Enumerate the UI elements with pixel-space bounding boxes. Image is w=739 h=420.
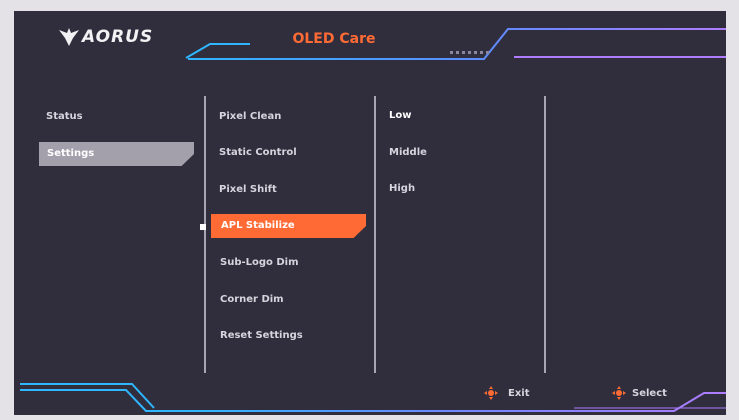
submenu-item-reset-settings[interactable]: Reset Settings bbox=[220, 324, 303, 348]
option-middle[interactable]: Middle bbox=[389, 141, 427, 165]
page-title: OLED Care bbox=[292, 31, 376, 47]
menu-item-label: Status bbox=[46, 111, 83, 122]
submenu-item-corner-dim[interactable]: Corner Dim bbox=[220, 288, 284, 312]
submenu-item-label: Sub-Logo Dim bbox=[220, 257, 299, 268]
option-label: Low bbox=[389, 110, 412, 121]
submenu-item-label: Corner Dim bbox=[220, 294, 284, 305]
exit-label: Exit bbox=[508, 387, 530, 399]
column-divider bbox=[374, 96, 376, 373]
joystick-icon bbox=[612, 386, 626, 400]
aorus-logo: AORUS bbox=[58, 25, 153, 49]
option-label: Middle bbox=[389, 147, 427, 158]
exit-hint[interactable]: Exit bbox=[484, 383, 530, 403]
logo-text: AORUS bbox=[82, 27, 154, 47]
option-low[interactable]: Low bbox=[389, 104, 411, 128]
submenu-item-label: APL Stabilize bbox=[221, 220, 295, 231]
menu-item-status[interactable]: Status bbox=[46, 105, 186, 129]
select-hint[interactable]: Select bbox=[612, 383, 667, 403]
column-divider bbox=[544, 96, 546, 373]
select-label: Select bbox=[632, 387, 667, 399]
menu-item-label: Settings bbox=[47, 148, 95, 159]
submenu-item-sub-logo-dim[interactable]: Sub-Logo Dim bbox=[220, 251, 299, 275]
option-high[interactable]: High bbox=[389, 177, 415, 201]
selection-marker bbox=[200, 224, 206, 230]
option-label: High bbox=[389, 183, 416, 194]
submenu-item-label: Pixel Clean bbox=[219, 111, 282, 122]
submenu-item-apl-stabilize[interactable]: APL Stabilize bbox=[211, 214, 366, 238]
osd-screen: AORUS OLED Care Status Settings Pixel Cl… bbox=[14, 11, 726, 415]
joystick-icon bbox=[484, 386, 498, 400]
submenu-item-static-control[interactable]: Static Control bbox=[219, 141, 297, 165]
submenu-item-label: Pixel Shift bbox=[219, 184, 277, 195]
submenu-item-label: Static Control bbox=[219, 147, 297, 158]
menu-item-settings[interactable]: Settings bbox=[39, 142, 194, 166]
submenu-item-pixel-shift[interactable]: Pixel Shift bbox=[219, 178, 277, 202]
frame-decoration bbox=[20, 28, 726, 412]
submenu-item-pixel-clean[interactable]: Pixel Clean bbox=[219, 105, 281, 129]
aorus-eagle-icon bbox=[59, 28, 79, 46]
column-divider bbox=[204, 96, 206, 373]
submenu-item-label: Reset Settings bbox=[220, 330, 303, 341]
